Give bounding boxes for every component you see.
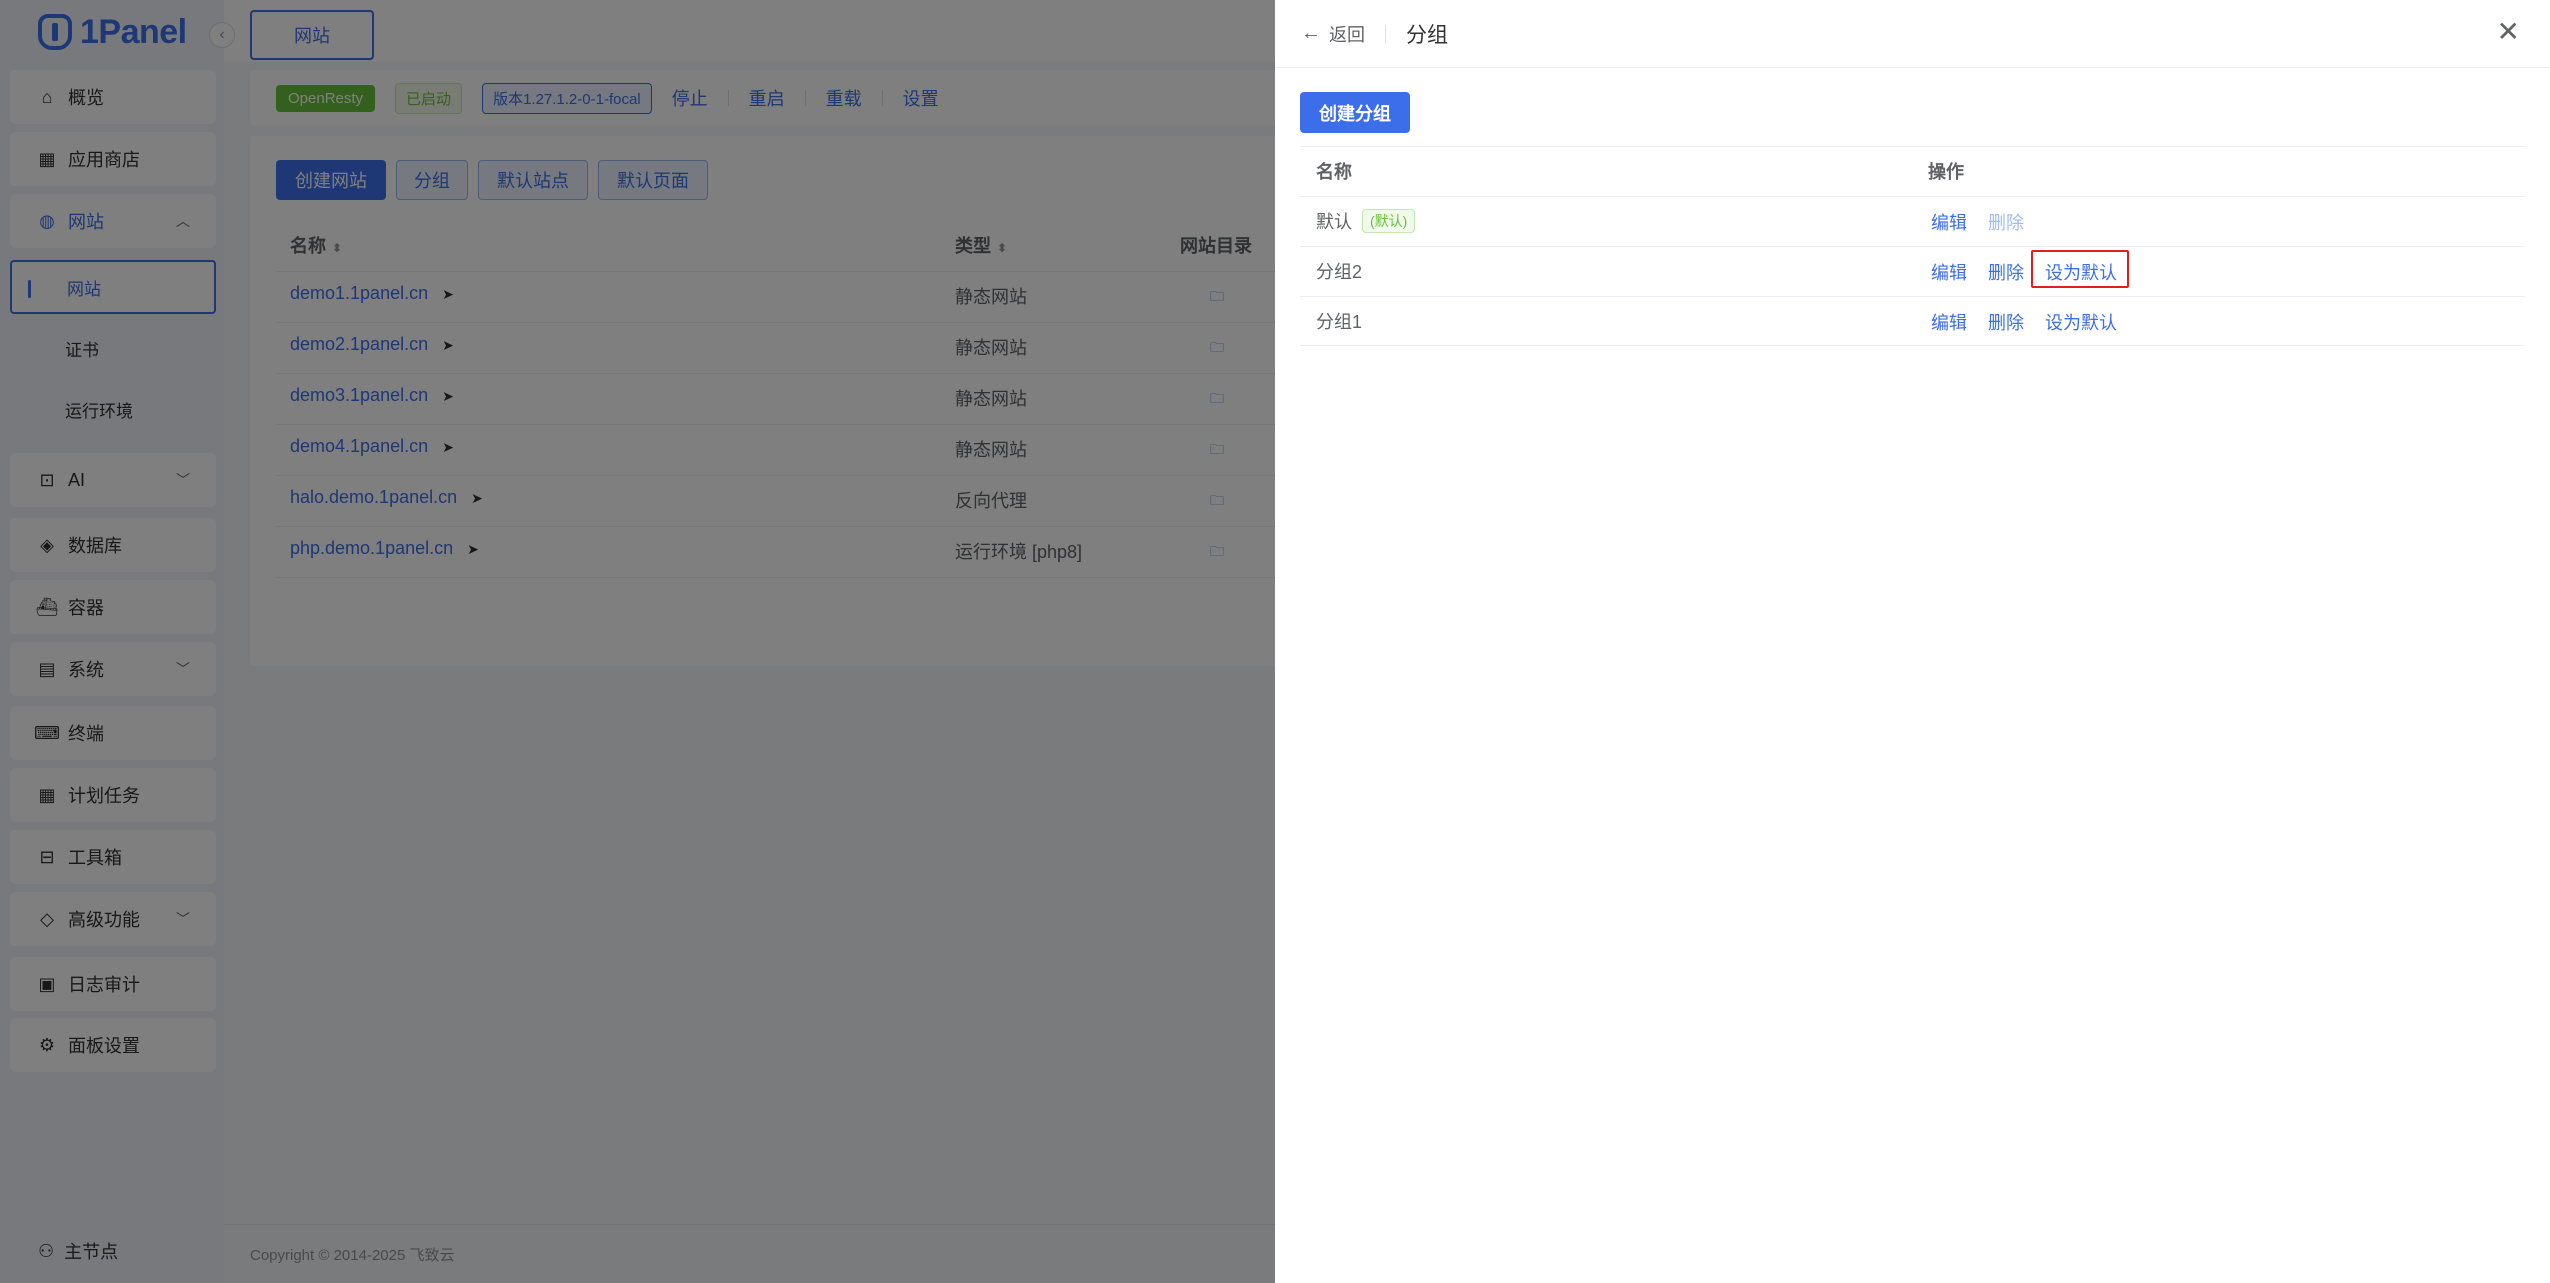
column-header-name: 名称: [1316, 162, 1352, 182]
arrow-left-icon: ←: [1301, 22, 1321, 44]
drawer-title: 分组: [1406, 23, 1448, 47]
divider: [1300, 196, 2525, 197]
divider: [1300, 246, 2525, 247]
group-name: 默认 (默认): [1316, 208, 1416, 234]
divider: [1300, 146, 2525, 147]
delete-button[interactable]: 删除: [1988, 309, 2024, 335]
delete-button[interactable]: 删除: [1988, 259, 2024, 285]
column-header-actions: 操作: [1928, 162, 1964, 182]
divider: [1300, 345, 2525, 346]
close-icon[interactable]: ✕: [2497, 18, 2520, 46]
create-group-button[interactable]: 创建分组: [1300, 92, 1410, 133]
edit-button[interactable]: 编辑: [1931, 209, 1967, 235]
edit-button[interactable]: 编辑: [1931, 259, 1967, 285]
divider: [1300, 296, 2525, 297]
default-badge: (默认): [1362, 209, 1416, 233]
back-label: 返回: [1329, 24, 1365, 45]
delete-button: 删除: [1988, 213, 2024, 233]
group-name: 分组2: [1316, 262, 1363, 282]
set-default-button[interactable]: 设为默认: [2045, 309, 2117, 335]
drawer-header: ← 返回 分组 ✕: [1275, 0, 2550, 68]
group-name: 分组1: [1316, 312, 1363, 332]
back-button[interactable]: ← 返回: [1301, 21, 1365, 47]
edit-button[interactable]: 编辑: [1931, 309, 1967, 335]
divider: [1385, 24, 1386, 43]
group-drawer: ← 返回 分组 ✕ 创建分组 名称 操作 默认 (默认) 编辑 删除 分组2 编…: [1275, 0, 2550, 1283]
highlight-box: [2031, 250, 2129, 288]
